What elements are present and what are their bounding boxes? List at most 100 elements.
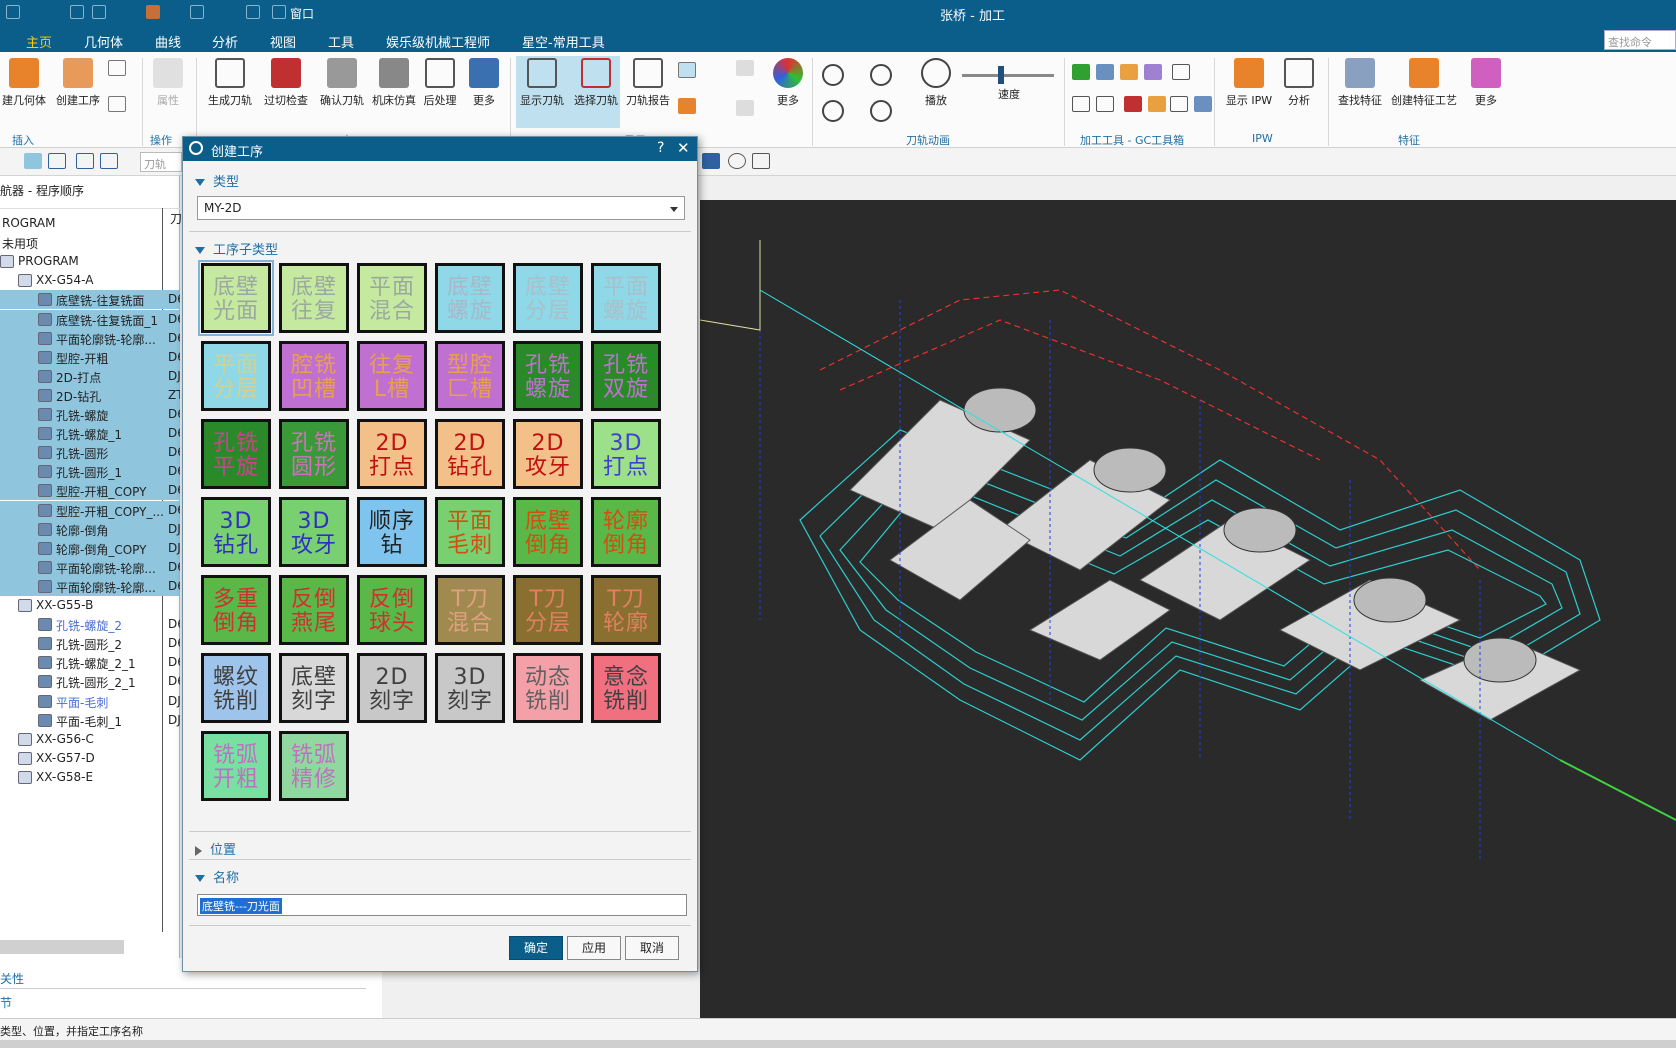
gc-tool-icon-2[interactable] bbox=[1096, 64, 1114, 80]
create-operation-button[interactable]: 创建工序 bbox=[52, 52, 104, 108]
operation-subtype-tile[interactable]: 孔铣螺旋 bbox=[513, 341, 583, 411]
operation-subtype-tile[interactable]: 动态铣削 bbox=[513, 653, 583, 723]
operation-subtype-tile[interactable]: 3D钻孔 bbox=[201, 497, 271, 567]
operation-subtype-tile[interactable]: 底壁倒角 bbox=[513, 497, 583, 567]
operation-subtype-tile[interactable]: 孔铣双旋 bbox=[591, 341, 661, 411]
gc-tool-icon-7[interactable] bbox=[1096, 96, 1114, 112]
operation-subtype-tile[interactable]: 平面毛刺 bbox=[435, 497, 505, 567]
operation-subtype-tile[interactable]: 铣弧开粗 bbox=[201, 731, 271, 801]
display-small-icon[interactable] bbox=[678, 62, 696, 78]
operation-subtype-tile[interactable]: 腔铣凹槽 bbox=[279, 341, 349, 411]
operation-subtype-tile[interactable]: 2D刻字 bbox=[357, 653, 427, 723]
insert-small-icon[interactable] bbox=[108, 60, 126, 76]
operation-subtype-tile[interactable]: 螺纹铣削 bbox=[201, 653, 271, 723]
rewind-icon[interactable] bbox=[822, 64, 844, 86]
operation-subtype-tile[interactable]: 多重倒角 bbox=[201, 575, 271, 645]
type-select[interactable]: MY-2D bbox=[197, 196, 685, 220]
create-geometry-button[interactable]: 建几何体 bbox=[0, 52, 48, 108]
menu-analysis[interactable]: 分析 bbox=[212, 32, 238, 51]
operation-subtype-tile[interactable]: T刀混合 bbox=[435, 575, 505, 645]
tree-row[interactable]: 平面-毛刺 DJ bbox=[0, 692, 180, 711]
tree-row[interactable]: 孔铣-圆形 D6 bbox=[0, 443, 180, 463]
tree-row[interactable]: PROGRAM bbox=[0, 252, 180, 271]
arrow-down-icon[interactable] bbox=[736, 100, 754, 116]
menu-geometry[interactable]: 几何体 bbox=[84, 32, 123, 51]
display-ipw-button[interactable]: 显示 IPW bbox=[1222, 52, 1276, 108]
operation-subtype-tile[interactable]: 2D打点 bbox=[357, 419, 427, 489]
paste-icon[interactable] bbox=[92, 5, 106, 19]
window-icon[interactable] bbox=[246, 5, 260, 19]
select-toolpath-button[interactable]: 选择刀轨 bbox=[570, 52, 622, 108]
display-toolpath-button[interactable]: 显示刀轨 bbox=[516, 52, 568, 108]
operation-subtype-tile[interactable]: 意念铣削 bbox=[591, 653, 661, 723]
tree-row[interactable]: 平面-毛刺_1 DJ bbox=[0, 711, 180, 730]
create-feature-process-button[interactable]: 创建特征工艺 bbox=[1388, 52, 1460, 108]
tree-row[interactable]: 未用项 bbox=[0, 233, 180, 252]
operation-subtype-tile[interactable]: 顺序钻 bbox=[357, 497, 427, 567]
tree-row[interactable]: ROGRAM bbox=[0, 214, 180, 233]
more-button-1[interactable]: 更多 bbox=[466, 52, 502, 108]
microphone-icon[interactable] bbox=[190, 5, 204, 19]
navigator-hscrollbar[interactable] bbox=[0, 940, 124, 954]
tree-row[interactable]: 孔铣-螺旋_1 D6 bbox=[0, 424, 180, 444]
tree-row[interactable]: 轮廓-倒角 DJ bbox=[0, 519, 180, 539]
operation-subtype-tile[interactable]: T刀轮廓 bbox=[591, 575, 661, 645]
tree-row[interactable]: XX-G58-E bbox=[0, 768, 180, 787]
operation-subtype-tile[interactable]: 孔铣平旋 bbox=[201, 419, 271, 489]
name-section[interactable]: 名称 bbox=[195, 867, 239, 886]
operation-subtype-tile[interactable]: 平面混合 bbox=[357, 263, 427, 333]
menu-tools[interactable]: 工具 bbox=[328, 32, 354, 51]
more-button-3[interactable]: 更多 bbox=[1466, 52, 1506, 108]
operation-subtype-tile[interactable]: 底壁往复 bbox=[279, 263, 349, 333]
operation-subtype-tile[interactable]: 往复L槽 bbox=[357, 341, 427, 411]
operation-subtype-tile[interactable]: 3D打点 bbox=[591, 419, 661, 489]
operation-subtype-tile[interactable]: 平面分层 bbox=[201, 341, 271, 411]
gouge-check-button[interactable]: 过切检查 bbox=[260, 52, 312, 108]
tree-row[interactable]: 平面轮廓铣-轮廓... D6 bbox=[0, 576, 180, 596]
operation-subtype-tile[interactable]: 2D钻孔 bbox=[435, 419, 505, 489]
operation-subtype-tile[interactable]: T刀分层 bbox=[513, 575, 583, 645]
tree-row[interactable]: 孔铣-圆形_2_1 D6 bbox=[0, 672, 180, 691]
dependencies-label[interactable]: 关性 bbox=[0, 970, 24, 987]
tree-row[interactable]: XX-G56-C bbox=[0, 730, 180, 749]
menu-home[interactable]: 主页 bbox=[26, 32, 52, 51]
gc-tool-icon-11[interactable] bbox=[1194, 96, 1212, 112]
operation-subtype-tile[interactable]: 铣弧精修 bbox=[279, 731, 349, 801]
speed-slider-thumb[interactable] bbox=[998, 66, 1004, 84]
more-button-2[interactable]: 更多 bbox=[768, 52, 808, 108]
filter-icon-3[interactable] bbox=[76, 153, 94, 169]
toolpath-report-button[interactable]: 刀轨报告 bbox=[624, 52, 672, 108]
window-switch-icon[interactable] bbox=[272, 5, 286, 19]
window-menu[interactable]: 窗口 bbox=[290, 5, 314, 22]
tree-row[interactable]: 型腔-开粗 D6 bbox=[0, 347, 180, 367]
help-icon[interactable]: ? bbox=[657, 140, 664, 156]
undo-icon[interactable] bbox=[6, 5, 20, 19]
step-back-icon[interactable] bbox=[822, 100, 844, 122]
filter-icon-4[interactable] bbox=[100, 153, 118, 169]
speed-slider[interactable] bbox=[962, 74, 1054, 77]
gc-tool-icon-4[interactable] bbox=[1144, 64, 1162, 80]
menu-mech-engineer[interactable]: 娱乐级机械工程师 bbox=[386, 32, 490, 51]
filter-input[interactable]: 刀轨 bbox=[140, 152, 182, 172]
tree-row[interactable]: 孔铣-圆形_1 D6 bbox=[0, 462, 180, 482]
operation-subtype-tile[interactable]: 3D刻字 bbox=[435, 653, 505, 723]
arrow-up-icon[interactable] bbox=[736, 60, 754, 76]
operation-subtype-tile[interactable]: 反倒燕尾 bbox=[279, 575, 349, 645]
operation-subtype-tile[interactable]: 平面螺旋 bbox=[591, 263, 661, 333]
operation-subtype-tile[interactable]: 反倒球头 bbox=[357, 575, 427, 645]
copy-icon[interactable] bbox=[70, 5, 84, 19]
details-label[interactable]: 节 bbox=[0, 994, 12, 1011]
gc-tool-icon-3[interactable] bbox=[1120, 64, 1138, 80]
gc-tool-icon-9[interactable] bbox=[1148, 96, 1166, 112]
tree-row[interactable]: 平面轮廓铣-轮廓... D6 bbox=[0, 557, 180, 577]
operation-name-input[interactable]: 底壁铣---刀光面 bbox=[197, 894, 687, 916]
operation-subtype-tile[interactable]: 型腔匚槽 bbox=[435, 341, 505, 411]
position-section[interactable]: 位置 bbox=[195, 839, 236, 858]
insert-small-icon-2[interactable] bbox=[108, 96, 126, 112]
hide-icon[interactable] bbox=[752, 153, 770, 169]
tree-row[interactable]: 2D-钻孔 ZT bbox=[0, 385, 180, 405]
properties-button[interactable]: 属性 bbox=[150, 52, 186, 108]
tree-row[interactable]: 底壁铣-往复铣面_1 D6 bbox=[0, 309, 180, 329]
filter-icon-2[interactable] bbox=[48, 153, 66, 169]
tree-row[interactable]: 型腔-开粗_COPY D6 bbox=[0, 481, 180, 501]
